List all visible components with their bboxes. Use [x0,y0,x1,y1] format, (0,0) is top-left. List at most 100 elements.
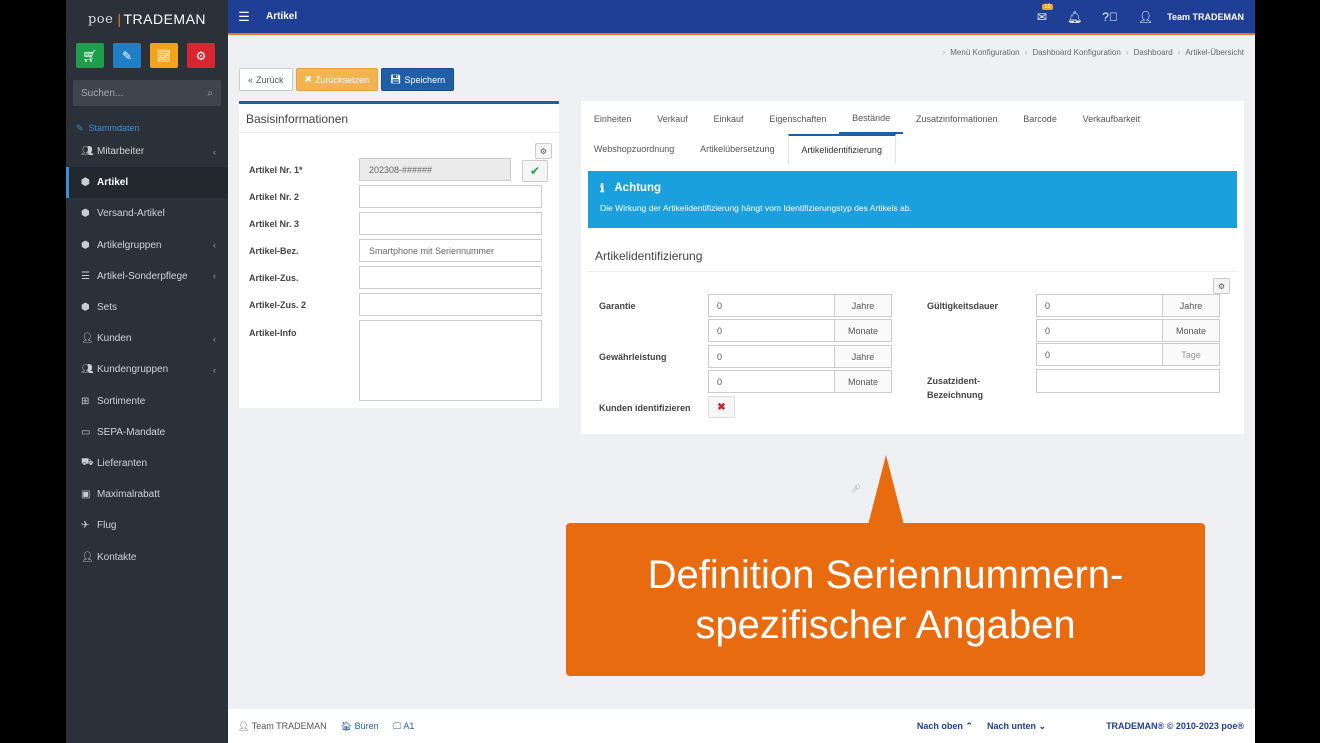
tab[interactable]: Barcode [1010,104,1069,134]
tab[interactable]: Eigenschaften [756,104,839,134]
hamburger-menu-icon[interactable]: ☰ [228,9,260,25]
search-input[interactable]: Suchen... [81,88,207,99]
gueltig-months-input[interactable]: 0 [1037,320,1163,341]
chevron-up-icon: ⌃ [965,720,973,731]
zusatzident-label-line2: Bezeichnung [927,390,984,400]
sidebar-item[interactable]: ⬢ Sets [66,292,228,323]
gueltig-years-input[interactable]: 0 [1037,295,1163,316]
artikel-bez-input[interactable]: Smartphone mit Seriennummer [359,239,542,262]
sidebar-item[interactable]: ⛟ Lieferanten [66,448,228,479]
breadcrumb-item[interactable]: Dashboard Konfiguration [1032,48,1121,57]
field-artikel-zus: Artikel-Zus. [249,266,542,289]
sidebar-item[interactable]: ▭ SEPA-Mandate [66,417,228,448]
cart-button[interactable]: 🛒︎ [76,43,104,68]
breadcrumb-item[interactable]: Menü Konfiguration [950,48,1019,57]
search-icon[interactable]: ⌕ [207,88,213,99]
artikel-nr-2-input[interactable] [359,185,542,208]
unit-label: Monate [835,371,891,392]
mouse-cursor-icon: ➚ [851,481,862,495]
sidebar-item[interactable]: ⬢ Artikel [66,167,228,199]
tab[interactable]: Webshopzuordnung [581,134,687,164]
copyright: TRADEMAN® © 2010-2023 poe® [1106,721,1244,731]
reset-button[interactable]: ✖ Zurücksetzen [295,68,379,91]
tab[interactable]: Artikelübersetzung [687,134,787,164]
garantie-months-input[interactable]: 0 [709,320,835,341]
tab[interactable]: Verkauf [644,104,700,134]
sidebar-item[interactable]: ✈ Flug [66,510,228,541]
artikel-info-textarea[interactable] [359,320,542,401]
divider [588,271,1237,272]
sidebar-item[interactable]: ⬢ Versand-Artikel [66,198,228,229]
help-icon[interactable]: ?⃝ [1102,10,1118,24]
gewaehr-months-input[interactable]: 0 [709,371,835,392]
garantie-years-field[interactable]: 0 Jahre [708,294,892,317]
sidebar-item[interactable]: 👤︎ Kontakte [66,541,228,572]
scroll-down-link[interactable]: Nach unten ⌄ [987,721,1046,732]
sidebar-search[interactable]: Suchen... ⌕ [73,80,221,106]
cubes-icon: ⬢ [81,239,90,251]
messages-icon[interactable]: ✉ 19 [1037,3,1053,24]
kunden-identifizieren-toggle[interactable]: ✖ [708,396,735,418]
tab[interactable]: Bestände [839,104,904,134]
zusatzident-input[interactable] [1036,369,1220,393]
basis-title: Basisinformationen [239,104,559,133]
garantie-months-field[interactable]: 0 Monate [708,319,892,342]
close-icon: ✖ [304,74,313,84]
breadcrumb-separator: › [1125,48,1129,57]
artikel-zus-input[interactable] [359,266,542,289]
sidebar-item[interactable]: 👥︎ Mitarbeiter ‹ [66,136,228,167]
breadcrumb-item[interactable]: Dashboard [1134,48,1173,57]
sidebar-item[interactable]: ⊞ Sortimente [66,386,228,417]
gueltig-days-field[interactable]: 0 Tage [1036,343,1220,366]
tab[interactable]: Artikelidentifizierung [787,134,896,164]
user-name[interactable]: Team TRADEMAN [1167,12,1244,22]
artikel-nr-1-input[interactable]: 202308-###### [359,158,511,181]
unit-label: Jahre [1163,295,1219,316]
sidebar-item[interactable]: 👤︎ Kunden ‹ [66,323,228,354]
sidebar-item-label: Sortimente [97,395,146,407]
chevron-left-icon: ‹ [213,146,216,157]
ident-settings-button[interactable]: ⚙ [1213,278,1230,294]
unit-label: Jahre [835,295,891,316]
tab[interactable]: Zusatzinformationen [903,104,1010,134]
tab[interactable]: Verkaufbarkeit [1070,104,1153,134]
sidebar-item[interactable]: ☰ Artikel-Sonderpflege ‹ [66,261,228,292]
gueltig-months-field[interactable]: 0 Monate [1036,319,1220,342]
footer-location[interactable]: 🏠︎ Büren [341,721,379,732]
artikel-nr-3-input[interactable] [359,212,542,235]
logo[interactable]: poe | TRADEMAN [66,0,228,38]
field-label: Artikel-Zus. 2 [249,299,307,310]
field-label: Artikel-Bez. [249,245,299,256]
tab[interactable]: Einkauf [701,104,757,134]
gewaehr-months-field[interactable]: 0 Monate [708,370,892,393]
sidebar-item[interactable]: ⬢ Artikelgruppen ‹ [66,230,228,261]
tab[interactable]: Einheiten [581,104,644,134]
messages-badge: 19 [1042,3,1053,10]
gewaehr-years-input[interactable]: 0 [709,346,835,367]
artikel-zus-2-input[interactable] [359,293,542,316]
statistics-button[interactable]: 📈︎ [150,43,178,68]
basis-settings-button[interactable]: ⚙ [535,143,552,159]
save-button[interactable]: 💾︎ Speichern [381,68,455,91]
user-icon[interactable]: 👤︎ [1138,10,1153,24]
gueltig-days-input[interactable]: 0 [1037,344,1163,365]
settings-button[interactable]: ⚙ [187,43,215,68]
footer-location-name: Büren [354,720,379,731]
footer-user-name: Team TRADEMAN [251,720,327,731]
save-label: Speichern [404,74,446,85]
confirm-button[interactable]: ✔ [522,160,548,182]
gewaehr-years-field[interactable]: 0 Jahre [708,345,892,368]
breadcrumb-item[interactable]: Artikel-Übersicht [1185,48,1244,57]
edit-button[interactable]: ✎ [113,43,141,68]
callout-pointer [868,455,904,525]
bell-icon[interactable]: 🔔︎ [1067,10,1082,24]
scroll-up-link[interactable]: Nach oben ⌃ [917,721,973,732]
sidebar-item[interactable]: 👥︎ Kundengruppen ‹ [66,354,228,385]
back-button[interactable]: «Zurück [239,68,293,91]
sidebar-section[interactable]: ✎ Stammdaten [66,120,228,136]
footer-terminal[interactable]: 🖵︎ A1 [393,721,415,732]
breadcrumb-separator: › [1177,48,1181,57]
garantie-years-input[interactable]: 0 [709,295,835,316]
sidebar-item[interactable]: ▣ Maximalrabatt [66,479,228,510]
gueltig-years-field[interactable]: 0 Jahre [1036,294,1220,317]
